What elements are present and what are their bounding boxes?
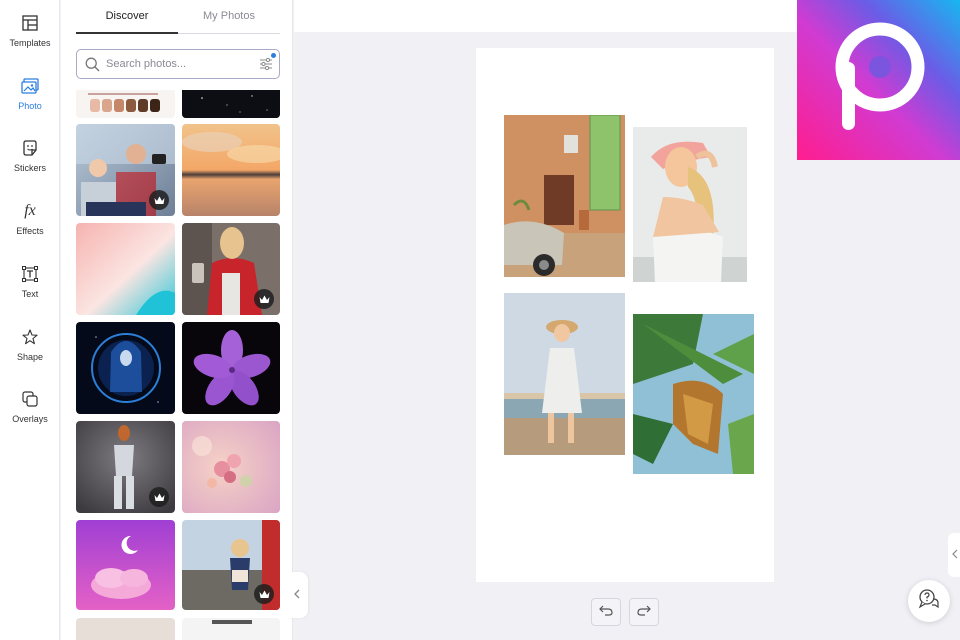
thumbnail-protest-fists[interactable] [76, 90, 175, 118]
effects-icon: fx [19, 200, 41, 222]
thumbnail-woman-white-outfit[interactable] [76, 421, 175, 513]
premium-crown-icon [254, 289, 274, 309]
thumbnail-purple-flower[interactable] [182, 322, 280, 414]
collage-photo-woman-beach-dress[interactable] [504, 293, 625, 455]
photo-icon [19, 75, 41, 97]
premium-crown-icon [254, 584, 274, 604]
thumbnail-night-sky[interactable] [182, 90, 280, 118]
collage-photo-banana-leaves[interactable] [633, 314, 754, 474]
panel-collapse-button[interactable] [286, 572, 308, 618]
photo-panel: Discover My Photos [61, 0, 293, 640]
thumbnail-pink-blossoms[interactable] [182, 421, 280, 513]
search-box [76, 49, 280, 79]
right-panel-expand-button[interactable] [948, 533, 960, 577]
effects-glyph: fx [24, 202, 36, 219]
thumbnail-child-with-parent[interactable] [182, 520, 280, 610]
rail-item-text[interactable]: Text [0, 255, 60, 311]
thumbnail-woman-red-coat-coffee[interactable] [182, 223, 280, 315]
search-input[interactable] [106, 56, 246, 72]
thumbnail-sunset-water[interactable] [182, 124, 280, 216]
redo-icon [637, 603, 651, 621]
shape-icon [19, 326, 41, 348]
thumbnail-partial-bottom-right[interactable] [182, 618, 280, 640]
help-chat-icon [918, 588, 940, 614]
rail-label-text: Text [21, 289, 39, 299]
premium-crown-icon [149, 190, 169, 210]
templates-icon [19, 12, 41, 34]
left-rail: Templates Photo Stickers fx Effects Text… [0, 0, 60, 640]
redo-button[interactable] [629, 598, 659, 626]
rail-label-overlays: Overlays [12, 414, 48, 424]
thumbnail-father-son-camera[interactable] [76, 124, 175, 216]
rail-label-photo: Photo [18, 101, 42, 111]
rail-label-effects: Effects [16, 226, 44, 236]
collage-photo-brick-building-car[interactable] [504, 115, 625, 277]
design-canvas[interactable] [476, 48, 774, 582]
rail-item-templates[interactable]: Templates [0, 4, 60, 60]
search-icon [85, 57, 100, 77]
help-chat-button[interactable] [908, 580, 950, 622]
thumbnail-pink-cyan-gradient[interactable] [76, 223, 175, 315]
rail-item-effects[interactable]: fx Effects [0, 192, 60, 248]
rail-label-shape: Shape [16, 352, 44, 362]
filter-active-dot [271, 53, 276, 58]
filter-icon[interactable] [259, 57, 273, 76]
rail-item-shape[interactable]: Shape [0, 318, 60, 374]
rail-label-stickers: Stickers [13, 163, 46, 173]
chevron-left-icon [952, 546, 958, 564]
rail-item-photo[interactable]: Photo [0, 67, 60, 123]
picsart-logo [797, 0, 960, 160]
thumbnail-hooded-figure-blue[interactable] [76, 322, 175, 414]
premium-crown-icon [149, 487, 169, 507]
rail-item-overlays[interactable]: Overlays [0, 380, 60, 436]
collage-photo-woman-pink-hat[interactable] [633, 127, 747, 282]
panel-tabs: Discover My Photos [76, 0, 280, 34]
rail-item-stickers[interactable]: Stickers [0, 129, 60, 185]
active-tab-underline [76, 32, 178, 34]
rail-label-templates: Templates [9, 38, 51, 48]
undo-button[interactable] [591, 598, 621, 626]
thumbnail-pink-cloud-moon[interactable] [76, 520, 175, 610]
thumbnail-partial-bottom-left[interactable] [76, 618, 175, 640]
tab-my-photos[interactable]: My Photos [178, 10, 280, 22]
tab-discover[interactable]: Discover [76, 10, 178, 22]
undo-icon [599, 603, 613, 621]
stickers-icon [19, 137, 41, 159]
chevron-left-icon [293, 586, 301, 604]
overlays-icon [19, 388, 41, 410]
text-icon [19, 263, 41, 285]
